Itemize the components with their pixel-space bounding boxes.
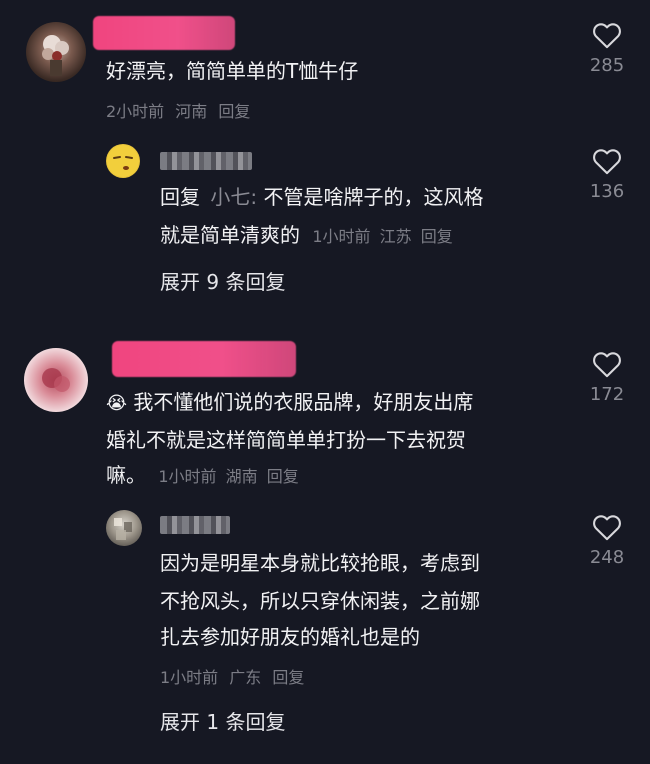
comment-text-line1: 我不懂他们说的衣服品牌，好朋友出席 [133,390,474,414]
comment-time: 2小时前 [106,102,165,121]
reply-text-line1: 不管是啥牌子的，这风格 [263,185,484,209]
reply-text-line3: 扎去参加好朋友的婚礼也是的 [160,625,420,649]
reply-text-line2: 不抢风头，所以只穿休闲装，之前娜 [160,589,480,613]
reply-location: 江苏 [379,227,412,246]
heart-icon [593,23,621,49]
avatar[interactable] [106,510,142,546]
reply-button[interactable]: 回复 [267,467,299,486]
reply-meta: 1小时前 江苏 回复 [312,227,452,246]
like-button[interactable]: 248 [582,514,632,568]
like-button[interactable]: 136 [582,148,632,202]
reply-button[interactable]: 回复 [421,227,453,246]
avatar-flowers-icon [42,35,69,76]
reply-button[interactable]: 回复 [272,668,304,687]
reply-time: 1小时前 [312,227,371,246]
reply-prefix: 回复 [160,185,200,209]
like-count: 248 [589,547,625,568]
comment-time: 1小时前 [158,467,217,486]
avatar[interactable] [26,22,86,82]
like-count: 285 [589,55,625,76]
comment-text-line2: 婚礼不就是这样简简单单打扮一下去祝贺 [106,428,466,452]
username-pixelated[interactable] [160,516,230,534]
reply-text: 回复 小七: 不管是啥牌子的，这风格 [160,180,483,214]
comment-text-line3: 嘛。 [106,463,146,487]
expand-replies-button[interactable]: 展开 1 条回复 [160,706,285,735]
like-button[interactable]: 285 [582,22,632,76]
crying-emoji-icon: 😭 [106,393,128,414]
comment-location: 湖南 [225,467,258,486]
reply-time: 1小时前 [160,668,219,687]
comment-meta: 1小时前 湖南 回复 [158,467,298,486]
heart-icon [593,515,621,541]
avatar-blurred-icon [42,368,70,392]
reply-meta: 1小时前 广东 回复 [160,664,304,688]
comment-meta: 2小时前 河南 回复 [106,98,250,122]
reply-text-line2-row: 就是简单清爽的 1小时前 江苏 回复 [160,218,453,254]
emoji-face-icon [107,145,139,177]
reply-text-line2: 就是简单清爽的 [160,223,300,247]
avatar-blurred-icon [114,518,132,540]
username-redacted[interactable] [112,341,296,377]
comment-text: 好漂亮，简简单单的T恤牛仔 [106,59,359,83]
reply-location: 广东 [229,668,262,687]
comment-text-line3-row: 嘛。 1小时前 湖南 回复 [106,458,299,494]
comment-location: 河南 [175,102,208,121]
username-redacted[interactable] [93,16,235,50]
comment-text-line1-row: 😭 我不懂他们说的衣服品牌，好朋友出席 [106,385,473,421]
heart-icon [593,352,621,378]
reply-mention[interactable]: 小七: [210,185,257,209]
username-pixelated[interactable] [160,152,252,170]
avatar[interactable] [106,144,140,178]
heart-icon [593,149,621,175]
expand-replies-button[interactable]: 展开 9 条回复 [160,266,285,295]
reply-text-line1: 因为是明星本身就比较抢眼，考虑到 [160,551,480,575]
like-count: 136 [589,181,625,202]
like-button[interactable]: 172 [582,351,632,405]
like-count: 172 [589,384,625,405]
reply-button[interactable]: 回复 [218,102,250,121]
avatar[interactable] [24,348,88,412]
